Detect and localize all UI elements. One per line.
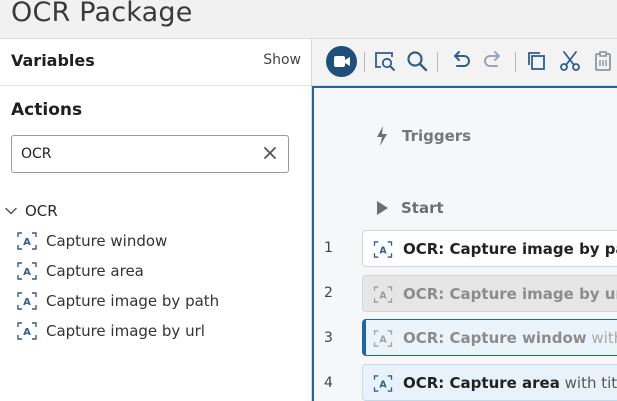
ocr-action-icon: A xyxy=(17,292,37,310)
triggers-section[interactable]: Triggers xyxy=(375,125,471,147)
undo-icon[interactable] xyxy=(448,48,474,74)
ocr-action-icon: A xyxy=(373,375,393,392)
tree-group-ocr[interactable]: OCR xyxy=(4,199,58,223)
action-item-capture-window[interactable]: A Capture window xyxy=(17,229,167,253)
line-number: 4 xyxy=(324,375,333,391)
svg-text:A: A xyxy=(23,267,31,278)
find-in-flow-icon[interactable] xyxy=(372,48,398,74)
ocr-action-icon: A xyxy=(373,330,393,347)
line-number: 1 xyxy=(324,240,333,256)
svg-text:A: A xyxy=(379,245,387,256)
clear-search-icon[interactable] xyxy=(262,145,278,161)
svg-text:A: A xyxy=(23,327,31,338)
action-item-label: Capture image by path xyxy=(46,292,220,310)
play-icon xyxy=(377,201,388,215)
window-title: OCR Package xyxy=(11,0,193,28)
actions-search-box xyxy=(11,135,289,173)
tree-group-label: OCR xyxy=(25,202,58,220)
record-button[interactable] xyxy=(326,46,357,77)
flow-toolbar xyxy=(312,39,617,86)
actions-search-input[interactable] xyxy=(21,144,251,164)
svg-text:A: A xyxy=(23,297,31,308)
ocr-action-icon: A xyxy=(373,286,393,303)
line-number: 3 xyxy=(324,330,333,346)
flow-step[interactable]: A OCR: Capture image by path xyxy=(362,230,617,267)
action-item-capture-area[interactable]: A Capture area xyxy=(17,259,144,283)
step-name: OCR: Capture image by path xyxy=(403,240,617,258)
action-item-capture-image-by-url[interactable]: A Capture image by url xyxy=(17,319,205,343)
step-description: with t xyxy=(591,329,617,347)
left-panel: Variables Show Actions OCR A Capture win… xyxy=(0,39,312,401)
action-item-label: Capture image by url xyxy=(46,322,205,340)
action-item-label: Capture area xyxy=(46,262,144,280)
lightning-icon xyxy=(377,126,387,146)
step-name: OCR: Capture image by url xyxy=(403,285,617,303)
flow-step[interactable]: A OCR: Capture area with title xyxy=(362,364,617,401)
ocr-action-icon: A xyxy=(373,241,393,258)
record-icon xyxy=(334,56,350,67)
svg-text:A: A xyxy=(379,379,387,390)
step-description: with title xyxy=(564,374,617,392)
flow-step-disabled[interactable]: A OCR: Capture image by url xyxy=(362,275,617,312)
ocr-action-icon: A xyxy=(17,232,37,250)
toolbar-separator xyxy=(364,52,365,72)
redo-icon[interactable] xyxy=(480,48,506,74)
chevron-down-icon xyxy=(5,207,17,215)
line-number: 2 xyxy=(324,285,333,301)
svg-text:A: A xyxy=(379,290,387,301)
action-item-capture-image-by-path[interactable]: A Capture image by path xyxy=(17,289,219,313)
variables-header: Variables Show xyxy=(0,39,311,86)
actions-title: Actions xyxy=(11,100,83,120)
search-icon[interactable] xyxy=(404,48,430,74)
copy-icon[interactable] xyxy=(524,48,550,74)
svg-text:A: A xyxy=(23,237,31,248)
flow-step-selected[interactable]: A OCR: Capture window with t xyxy=(362,319,617,356)
toolbar-separator xyxy=(437,52,438,72)
action-item-label: Capture window xyxy=(46,232,168,250)
svg-text:A: A xyxy=(379,334,387,345)
start-label: Start xyxy=(401,199,444,217)
ocr-action-icon: A xyxy=(17,322,37,340)
triggers-label: Triggers xyxy=(402,127,472,145)
toolbar-separator xyxy=(515,52,516,72)
paste-icon[interactable] xyxy=(590,48,616,74)
step-name: OCR: Capture window xyxy=(403,329,587,347)
cut-icon[interactable] xyxy=(557,48,583,74)
step-name: OCR: Capture area xyxy=(403,374,560,392)
variables-show-button[interactable]: Show xyxy=(263,52,301,68)
start-node: Start xyxy=(375,199,444,217)
ocr-action-icon: A xyxy=(17,262,37,280)
title-bar: OCR Package xyxy=(0,0,617,39)
variables-title: Variables xyxy=(11,51,95,70)
